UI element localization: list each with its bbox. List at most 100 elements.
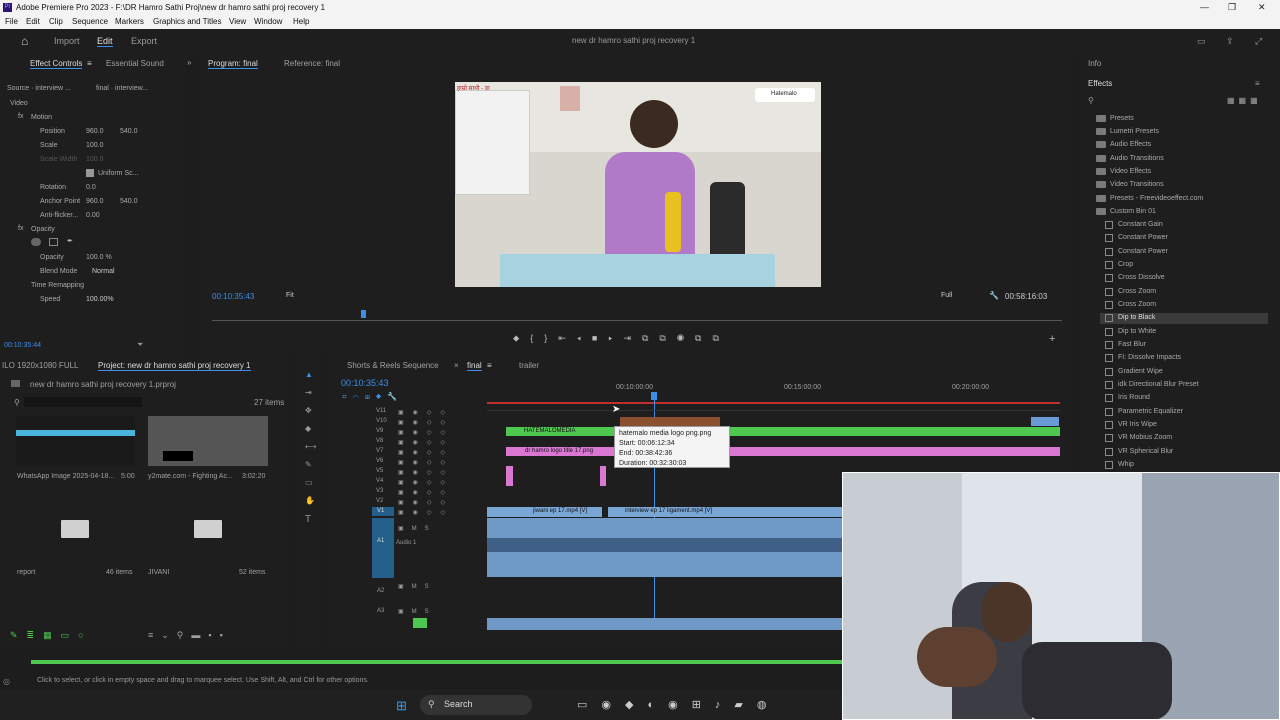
audio-track-controls[interactable]: ▣MS <box>398 583 437 590</box>
track-label-a1[interactable]: A1 <box>377 538 384 544</box>
project-footer-actions[interactable]: ≡⌄⚲▬▪▪ <box>148 630 231 641</box>
menu-view[interactable]: View <box>229 17 246 26</box>
track-label-v2[interactable]: V2 <box>376 498 383 504</box>
settings-wrench-icon[interactable]: 🔧 <box>989 291 999 300</box>
button-editor-plus-icon[interactable]: + <box>1049 333 1055 345</box>
playhead-timecode[interactable]: 00:10:35:43 <box>212 292 254 301</box>
rectangle-tool-icon[interactable]: ▭ <box>305 478 313 487</box>
custom-effect-item[interactable]: idk Directional Blur Preset <box>1118 381 1199 388</box>
anchor-y-value[interactable]: 540.0 <box>120 198 138 205</box>
a1-target[interactable] <box>372 518 394 578</box>
tab-shorts-reels[interactable]: Shorts & Reels Sequence <box>347 361 439 370</box>
home-icon[interactable]: ⌂ <box>21 34 28 48</box>
menu-sequence[interactable]: Sequence <box>72 17 108 26</box>
video-frame[interactable]: हाम्रो साथी - डा Hatemalo <box>455 82 821 287</box>
custom-effect-item[interactable]: VR Iris Wipe <box>1118 421 1157 428</box>
clip-small-v5[interactable] <box>506 466 513 486</box>
track-label-v10[interactable]: V10 <box>376 418 387 424</box>
import-tab[interactable]: Import <box>54 36 80 46</box>
hand-tool-icon[interactable]: ✋ <box>305 496 315 505</box>
tab-trailer[interactable]: trailer <box>519 361 539 370</box>
tab-effect-controls[interactable]: Effect Controls <box>30 59 83 69</box>
tab-info[interactable]: Info <box>1088 59 1101 68</box>
razor-tool-icon[interactable]: ◆ <box>305 424 311 433</box>
taskbar-search-box[interactable] <box>420 695 532 715</box>
rotation-value[interactable]: 0.0 <box>86 184 96 191</box>
project-search-icon[interactable]: ⚲ <box>14 398 20 407</box>
media-browser-label[interactable]: ILO 1920x1080 FULL <box>2 361 79 370</box>
track-toggle-icons[interactable]: ▣◉◇◇ ▣◉◇◇ ▣◉◇◇ ▣◉◇◇ ▣◉◇◇ ▣◉◇◇ ▣◉◇◇ ▣◉◇◇ ▣◉◇◇ ▣◉◇◇… <box>398 408 454 518</box>
sequence-clip-label[interactable]: final · interview... <box>96 85 148 92</box>
pen-tool-icon[interactable]: ✎ <box>305 460 312 469</box>
tab-effects[interactable]: Effects <box>1088 79 1112 88</box>
close-icon[interactable]: ✕ <box>1258 2 1266 13</box>
minimize-icon[interactable]: — <box>1200 2 1209 12</box>
tab-program[interactable]: Program: final <box>208 59 258 69</box>
position-x-value[interactable]: 960.0 <box>86 128 104 135</box>
blend-mode-select[interactable]: Normal <box>92 268 115 275</box>
source-clip-label[interactable]: Source · interview ... <box>7 85 71 92</box>
taskbar-app-icons[interactable]: ▭◉◆◐◉⊞♪▰◍ <box>577 698 780 711</box>
share-icon[interactable]: ⇪ <box>1226 36 1234 47</box>
fullscreen-icon[interactable]: ⤢ <box>1255 36 1262 47</box>
effects-item-lumetri[interactable]: Lumetri Presets <box>1110 128 1159 135</box>
effects-filter-icons[interactable]: ▦▦▦ <box>1227 96 1262 105</box>
track-select-tool-icon[interactable]: ⇥ <box>305 388 312 397</box>
track-label-v9[interactable]: V9 <box>376 428 383 434</box>
menu-file[interactable]: File <box>5 17 18 26</box>
effects-item-audio-effects[interactable]: Audio Effects <box>1110 141 1151 148</box>
anti-flicker-value[interactable]: 0.00 <box>86 212 100 219</box>
tab-project[interactable]: Project: new dr hamro sathi proj recover… <box>98 361 251 371</box>
menu-window[interactable]: Window <box>254 17 282 26</box>
custom-effect-item[interactable]: VR Mobius Zoom <box>1118 434 1172 441</box>
custom-effect-item[interactable]: Constant Gain <box>1118 221 1163 228</box>
custom-effect-item[interactable]: Constant Power <box>1118 234 1168 241</box>
work-area-bar[interactable] <box>487 402 1060 404</box>
ec-timecode[interactable]: 00:10:35:44 <box>4 342 41 349</box>
thumbnail-whatsapp[interactable] <box>16 416 135 466</box>
track-label-v7[interactable]: V7 <box>376 448 383 454</box>
custom-effect-item[interactable]: Iris Round <box>1118 394 1150 401</box>
transport-controls[interactable]: ⬥{}⇤◂■▸⇥⧉⧉◉⧉⧉ <box>513 333 730 344</box>
custom-effect-item-selected[interactable]: Dip to Black <box>1118 314 1155 321</box>
speed-value[interactable]: 100.00% <box>86 296 114 303</box>
tab-reference[interactable]: Reference: final <box>284 59 340 68</box>
scale-value[interactable]: 100.0 <box>86 142 104 149</box>
windows-start-icon[interactable]: ⊞ <box>396 698 407 714</box>
tab-final[interactable]: final <box>467 361 482 371</box>
menu-help[interactable]: Help <box>293 17 309 26</box>
track-label-v6[interactable]: V6 <box>376 458 383 464</box>
custom-effect-item[interactable]: Whip <box>1118 461 1134 468</box>
effects-item-audio-transitions[interactable]: Audio Transitions <box>1110 155 1164 162</box>
custom-effect-item[interactable]: Gradient Wipe <box>1118 368 1163 375</box>
track-label-v11[interactable]: V11 <box>376 408 386 414</box>
zoom-select[interactable]: Fit <box>286 292 294 299</box>
clip-hatemalo-v9[interactable] <box>506 427 1060 436</box>
rectangle-mask-icon[interactable] <box>49 238 58 246</box>
workspace-icon[interactable]: ▭ <box>1197 36 1206 47</box>
timeline-playhead[interactable] <box>651 392 657 400</box>
pen-mask-icon[interactable]: ✒ <box>67 237 73 245</box>
track-label-v4[interactable]: V4 <box>376 478 383 484</box>
program-playhead[interactable] <box>361 310 366 318</box>
timeline-toggle-icons[interactable]: ⌗⌒⊞⬥🔧 <box>342 392 403 402</box>
audio-track-controls[interactable]: ▣MS <box>398 608 437 615</box>
track-label-v5[interactable]: V5 <box>376 468 383 474</box>
uniform-scale-checkbox[interactable] <box>86 169 94 177</box>
edit-tab[interactable]: Edit <box>97 36 113 47</box>
track-label-v8[interactable]: V8 <box>376 438 383 444</box>
effects-item-video-effects[interactable]: Video Effects <box>1110 168 1151 175</box>
custom-effect-item[interactable]: Cross Dissolve <box>1118 274 1165 281</box>
selection-tool-icon[interactable]: ▲ <box>305 370 313 379</box>
audio-clip-a3[interactable] <box>487 618 842 630</box>
thumbnail-y2mate[interactable] <box>148 416 268 466</box>
export-tab[interactable]: Export <box>131 36 157 46</box>
position-y-value[interactable]: 540.0 <box>120 128 138 135</box>
custom-effect-item[interactable]: VR Spherical Blur <box>1118 448 1173 455</box>
ellipse-mask-icon[interactable] <box>31 238 41 246</box>
effects-item-freevideoeffect[interactable]: Presets - Freevideoeffect.com <box>1110 195 1203 202</box>
track-label-a2[interactable]: A2 <box>377 588 384 594</box>
ripple-edit-tool-icon[interactable]: ✥ <box>305 406 312 415</box>
project-search-input[interactable] <box>24 397 142 407</box>
effects-item-custom-bin[interactable]: Custom Bin 01 <box>1110 208 1156 215</box>
